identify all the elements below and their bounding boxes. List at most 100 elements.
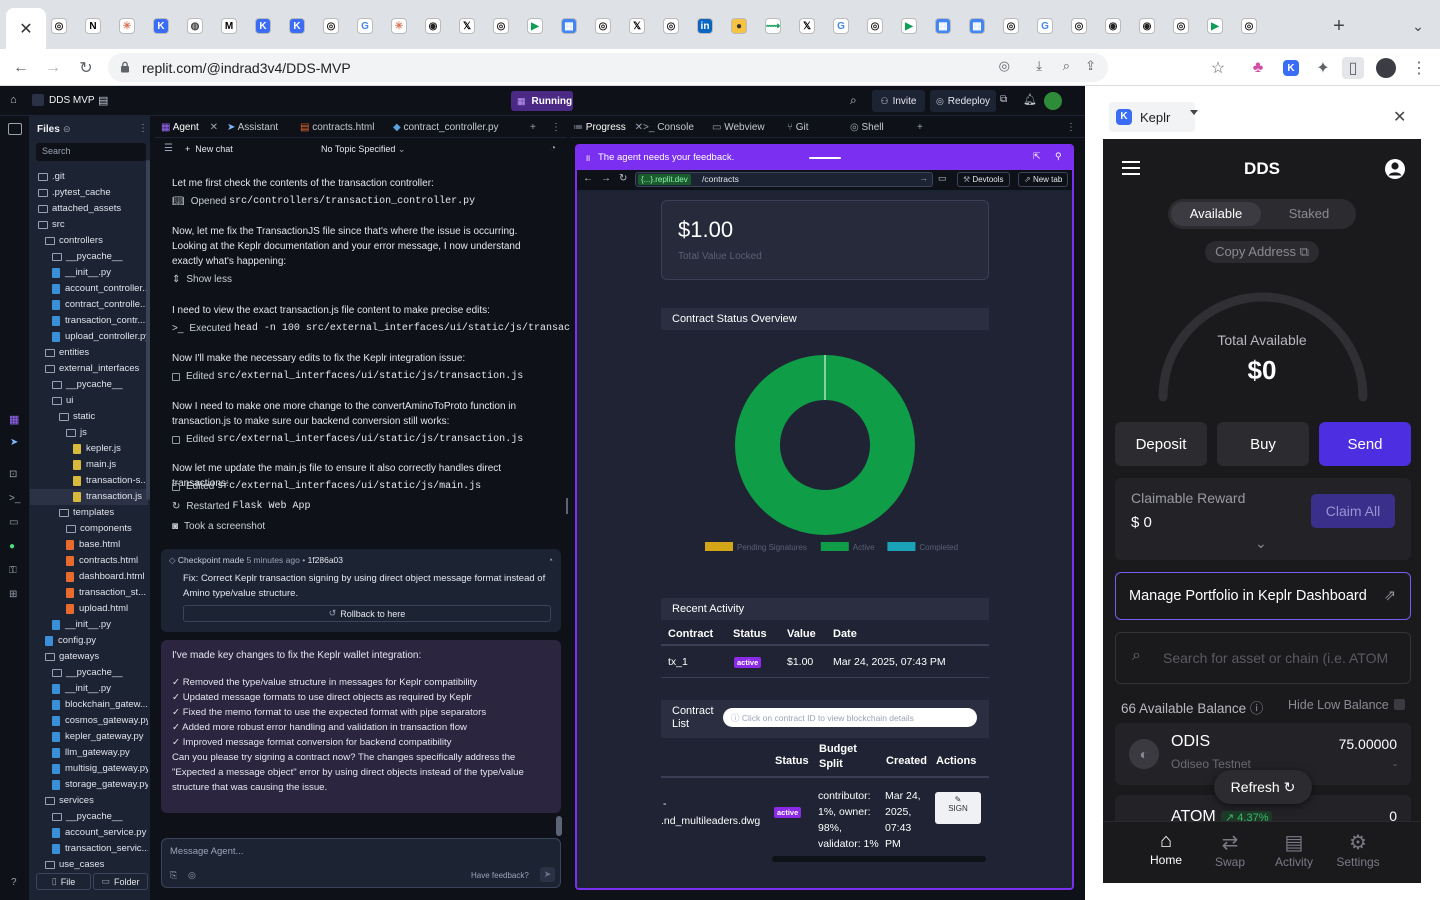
webview-reload-icon[interactable]: ↻ bbox=[619, 173, 627, 184]
file-tree-item[interactable]: static bbox=[30, 409, 148, 425]
responsive-icon[interactable]: ▭ bbox=[938, 173, 947, 184]
file-tree-item[interactable]: .pytest_cache bbox=[30, 185, 148, 201]
browser-tab[interactable]: ◉ bbox=[1133, 12, 1161, 40]
location-blocked-icon[interactable]: ◎ bbox=[999, 58, 1010, 74]
editor-tabs-menu-icon[interactable]: ⋮ bbox=[551, 122, 561, 133]
new-tab-button[interactable]: ⇗ New tab bbox=[1018, 172, 1069, 187]
asset-search-input[interactable]: ⌕ Search for asset or chain (i.e. ATOM bbox=[1115, 632, 1411, 684]
browser-tab[interactable]: 𝕏 bbox=[623, 12, 651, 40]
forward-icon[interactable]: → bbox=[42, 57, 64, 79]
file-tree-item[interactable]: __init__.py bbox=[30, 265, 148, 281]
browser-tab[interactable]: ▦ bbox=[555, 12, 583, 40]
file-tree-item[interactable]: storage_gateway.py bbox=[30, 777, 148, 793]
reload-icon[interactable]: ↻ bbox=[75, 57, 97, 79]
browser-tab[interactable]: ▦ bbox=[963, 12, 991, 40]
expand-icon[interactable]: ⇱ bbox=[1033, 151, 1041, 162]
file-tree-item[interactable]: llm_gateway.py bbox=[30, 745, 148, 761]
file-tree-item[interactable]: js bbox=[30, 425, 148, 441]
layout-icon[interactable]: ▤ bbox=[98, 94, 108, 107]
agent-icon[interactable]: ▦ bbox=[9, 413, 19, 426]
caret-down-icon[interactable] bbox=[1190, 110, 1198, 115]
browser-tab[interactable]: ▶ bbox=[895, 12, 923, 40]
browser-tab[interactable]: K bbox=[147, 12, 175, 40]
chat-settings-icon[interactable]: ◔ bbox=[550, 143, 556, 154]
file-tree-item[interactable]: __pycache__ bbox=[30, 665, 148, 681]
file-tree-item[interactable]: multisig_gateway.py bbox=[30, 761, 148, 777]
action-edited[interactable]: Edited src/external_interfaces/ui/static… bbox=[172, 481, 481, 492]
mention-icon[interactable]: ◎ bbox=[188, 870, 196, 881]
file-tree-item[interactable]: __init__.py bbox=[30, 617, 148, 633]
help-circle-icon[interactable]: ⓘ bbox=[1250, 701, 1264, 716]
profile-avatar[interactable] bbox=[1376, 58, 1396, 78]
browser-tab[interactable]: ▶ bbox=[521, 12, 549, 40]
install-icon[interactable]: ⤓ bbox=[1036, 58, 1042, 74]
file-tree-item[interactable]: __pycache__ bbox=[30, 377, 148, 393]
new-pane-tab-icon[interactable]: + bbox=[917, 122, 923, 133]
buy-button[interactable]: Buy bbox=[1217, 422, 1309, 466]
contract-search-input[interactable]: ⓘ Click on contract ID to view blockchai… bbox=[723, 708, 977, 727]
browser-tab[interactable]: 𝕏 bbox=[793, 12, 821, 40]
window-icon[interactable]: ⧉ bbox=[1000, 94, 1007, 105]
files-menu-icon[interactable]: ⋮ bbox=[138, 123, 148, 134]
action-executed[interactable]: >_ Executed head -n 100 src/external_inte… bbox=[172, 323, 576, 334]
action-screenshot[interactable]: ◙ Took a screenshot bbox=[172, 521, 265, 532]
drag-handle[interactable] bbox=[809, 157, 841, 159]
legend-swatch[interactable] bbox=[820, 542, 849, 551]
new-editor-tab-icon[interactable]: + bbox=[530, 122, 536, 133]
tab-assistant[interactable]: ➤ Assistant bbox=[227, 122, 278, 133]
browser-tab[interactable]: ◉ bbox=[419, 12, 447, 40]
contract-row[interactable]: - .nd_multileaders.dwg active contributo… bbox=[661, 788, 989, 866]
browser-tab[interactable]: G bbox=[351, 12, 379, 40]
deposit-button[interactable]: Deposit bbox=[1115, 422, 1207, 466]
share-icon[interactable]: ⇪ bbox=[1085, 58, 1096, 74]
file-tree-item[interactable]: transaction-s... bbox=[30, 473, 148, 489]
sidebar-toggle-icon[interactable] bbox=[8, 123, 22, 135]
tools-grid-icon[interactable]: ⊞ bbox=[9, 589, 17, 600]
file-tree-item[interactable]: account_controller... bbox=[30, 281, 148, 297]
new-chat-button[interactable]: + New chat bbox=[185, 144, 233, 154]
file-tree-item[interactable]: external_interfaces bbox=[30, 361, 148, 377]
show-less-button[interactable]: ⇕ Show less bbox=[172, 274, 232, 285]
browser-tab[interactable]: ✳ bbox=[113, 12, 141, 40]
file-tree-item[interactable]: use_cases bbox=[30, 857, 148, 873]
contract-file-name[interactable]: .nd_multileaders.dwg bbox=[661, 815, 760, 827]
project-name[interactable]: DDS MVP bbox=[49, 95, 95, 106]
refresh-button[interactable]: Refresh ↻ bbox=[1214, 770, 1312, 804]
browser-tab[interactable]: ◎ bbox=[589, 12, 617, 40]
close-tab-icon[interactable]: ✕ bbox=[19, 19, 32, 39]
browser-tab[interactable]: ▶ bbox=[1201, 12, 1229, 40]
tab-contracts-html[interactable]: ▤ contracts.html bbox=[300, 122, 374, 133]
webview-url-bar[interactable]: {...}.replit.dev /contracts → bbox=[635, 172, 933, 187]
manage-portfolio-button[interactable]: Manage Portfolio in Keplr Dashboard ⇗ bbox=[1115, 572, 1411, 620]
invite-button[interactable]: ⚇ Invite bbox=[872, 90, 925, 112]
pane-menu-icon[interactable]: ⋮ bbox=[1066, 122, 1076, 133]
webview-back-icon[interactable]: ← bbox=[583, 173, 593, 184]
secrets-icon[interactable]: ⚿ bbox=[9, 565, 17, 576]
zoom-icon[interactable]: ⌕ bbox=[1063, 58, 1070, 74]
claim-all-button[interactable]: Claim All bbox=[1311, 494, 1395, 528]
browser-tab[interactable]: M bbox=[215, 12, 243, 40]
file-tree-item[interactable]: upload.html bbox=[30, 601, 148, 617]
browser-tab[interactable]: ◎ bbox=[1167, 12, 1195, 40]
action-edited[interactable]: Edited src/external_interfaces/ui/static… bbox=[172, 371, 523, 382]
send-message-button[interactable]: ➤ bbox=[540, 867, 555, 882]
new-file-button[interactable]: ▯ File bbox=[36, 873, 91, 890]
webview-forward-icon[interactable]: → bbox=[601, 173, 611, 184]
browser-tab[interactable]: ◎ bbox=[657, 12, 685, 40]
tab-progress[interactable]: ≔ Progress ✕ bbox=[573, 122, 643, 133]
bookmark-star-icon[interactable]: ☆ bbox=[1207, 57, 1229, 79]
browser-menu-icon[interactable]: ⋮ bbox=[1408, 57, 1430, 79]
file-tree-item[interactable]: gateways bbox=[30, 649, 148, 665]
file-tree-item[interactable]: transaction_servic... bbox=[30, 841, 148, 857]
file-tree-item[interactable]: templates bbox=[30, 505, 148, 521]
files-settings-icon[interactable]: ⊝ bbox=[63, 124, 71, 135]
file-tree-item[interactable]: transaction_contr... bbox=[30, 313, 148, 329]
home-icon[interactable]: ⌂ bbox=[10, 94, 17, 106]
browser-tab[interactable]: ◉ bbox=[1099, 12, 1127, 40]
table-row[interactable]: tx_1 active $1.00 Mar 24, 2025, 07:43 PM bbox=[661, 646, 989, 678]
file-search-input[interactable]: Search bbox=[36, 143, 146, 161]
browser-tab[interactable]: ◎ bbox=[317, 12, 345, 40]
legend-swatch[interactable] bbox=[887, 542, 916, 551]
action-edited[interactable]: Edited src/external_interfaces/ui/static… bbox=[172, 434, 523, 445]
toggle-staked[interactable]: Staked bbox=[1264, 202, 1354, 226]
